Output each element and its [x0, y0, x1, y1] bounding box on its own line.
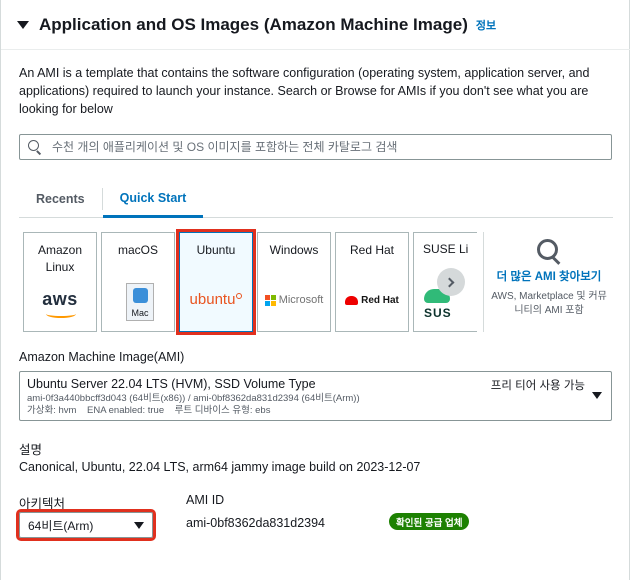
section-description: An AMI is a template that contains the s…	[19, 66, 590, 116]
microsoft-logo-icon: Microsoft	[258, 294, 330, 306]
free-tier-label: 프리 티어 사용 가능	[490, 380, 585, 392]
architecture-value: 64비트(Arm)	[28, 518, 94, 533]
search-input[interactable]	[52, 140, 592, 154]
ami-tabs: Recents Quick Start	[19, 180, 613, 218]
os-name: Red Hat	[349, 243, 395, 257]
browse-divider	[483, 232, 484, 332]
caret-down-icon	[592, 392, 602, 399]
microsoft-logo-text: Microsoft	[278, 294, 324, 306]
os-name: Amazon Linux	[37, 243, 83, 274]
os-card-red-hat[interactable]: Red Hat Red Hat	[335, 232, 409, 332]
os-card-macos[interactable]: macOS Mac	[101, 232, 175, 332]
os-card-ubuntu[interactable]: Ubuntu ubuntu	[176, 229, 256, 335]
aws-logo-icon: aws	[42, 289, 78, 309]
caret-down-icon	[134, 522, 144, 529]
ami-ids: ami-0f3a440bbcff3d043 (64비트(x86)) / ami-…	[27, 393, 360, 404]
ami-id-label: AMI ID	[186, 493, 225, 507]
ubuntu-circle-icon	[236, 293, 243, 299]
caret-down-icon[interactable]	[17, 20, 29, 29]
ami-id-value: ami-0bf8362da831d2394	[186, 516, 326, 530]
ami-panel: Application and OS Images (Amazon Machin…	[0, 0, 630, 580]
ami-details: 가상화: hvm ENA enabled: true 루트 디바이스 유형: e…	[27, 405, 271, 416]
search-icon	[536, 238, 562, 264]
os-card-windows[interactable]: Windows Microsoft	[257, 232, 331, 332]
os-name: macOS	[117, 243, 158, 257]
description-label: 설명	[19, 443, 43, 457]
browse-more-subtext: AWS, Marketplace 및 커뮤니티의 AMI 포함	[491, 291, 607, 316]
section-header[interactable]: Application and OS Images (Amazon Machin…	[1, 0, 630, 50]
architecture-select[interactable]: 64비트(Arm)	[16, 509, 156, 541]
finder-face-icon	[133, 288, 148, 303]
scroll-right-button[interactable]	[437, 268, 465, 296]
tab-recents[interactable]: Recents	[19, 180, 102, 218]
os-name: Ubuntu	[196, 243, 236, 257]
architecture-label: 아키텍처	[19, 497, 66, 511]
description-value: Canonical, Ubuntu, 22.04 LTS, arm64 jamm…	[19, 460, 421, 474]
os-name: SUSE Li	[423, 242, 469, 256]
mac-logo-text: Mac	[131, 308, 149, 318]
redhat-logo-icon: Red Hat	[336, 295, 408, 306]
suse-logo-text: SUS	[424, 306, 452, 320]
browse-more-link[interactable]: 더 많은 AMI 찾아보기	[489, 268, 609, 284]
tab-quick-start[interactable]: Quick Start	[102, 180, 204, 218]
info-link[interactable]: 정보	[476, 17, 496, 33]
catalog-search[interactable]	[19, 134, 612, 160]
ami-select[interactable]: Ubuntu Server 22.04 LTS (HVM), SSD Volum…	[19, 371, 612, 421]
ubuntu-logo-icon: ubuntu	[180, 291, 252, 308]
search-icon	[28, 140, 42, 154]
mac-finder-icon: Mac	[126, 283, 154, 321]
os-card-amazon-linux[interactable]: Amazon Linux aws	[23, 232, 97, 332]
chevron-right-icon	[444, 277, 455, 287]
aws-smile-icon	[46, 310, 76, 318]
os-options: Amazon Linux aws macOS Mac Ubuntu ubuntu…	[23, 229, 613, 335]
section-title: Application and OS Images (Amazon Machin…	[39, 14, 468, 34]
verified-provider-badge: 확인된 공급 업체	[389, 513, 470, 530]
redhat-hat-icon	[345, 296, 359, 305]
ami-label: Amazon Machine Image(AMI)	[19, 350, 185, 364]
microsoft-grid-icon	[264, 294, 276, 306]
redhat-logo-text: Red Hat	[361, 295, 399, 306]
ubuntu-logo-text: ubuntu	[189, 291, 236, 308]
browse-more-amis[interactable]: 더 많은 AMI 찾아보기 AWS, Marketplace 및 커뮤니티의 A…	[489, 232, 609, 318]
os-name: Windows	[269, 243, 319, 257]
